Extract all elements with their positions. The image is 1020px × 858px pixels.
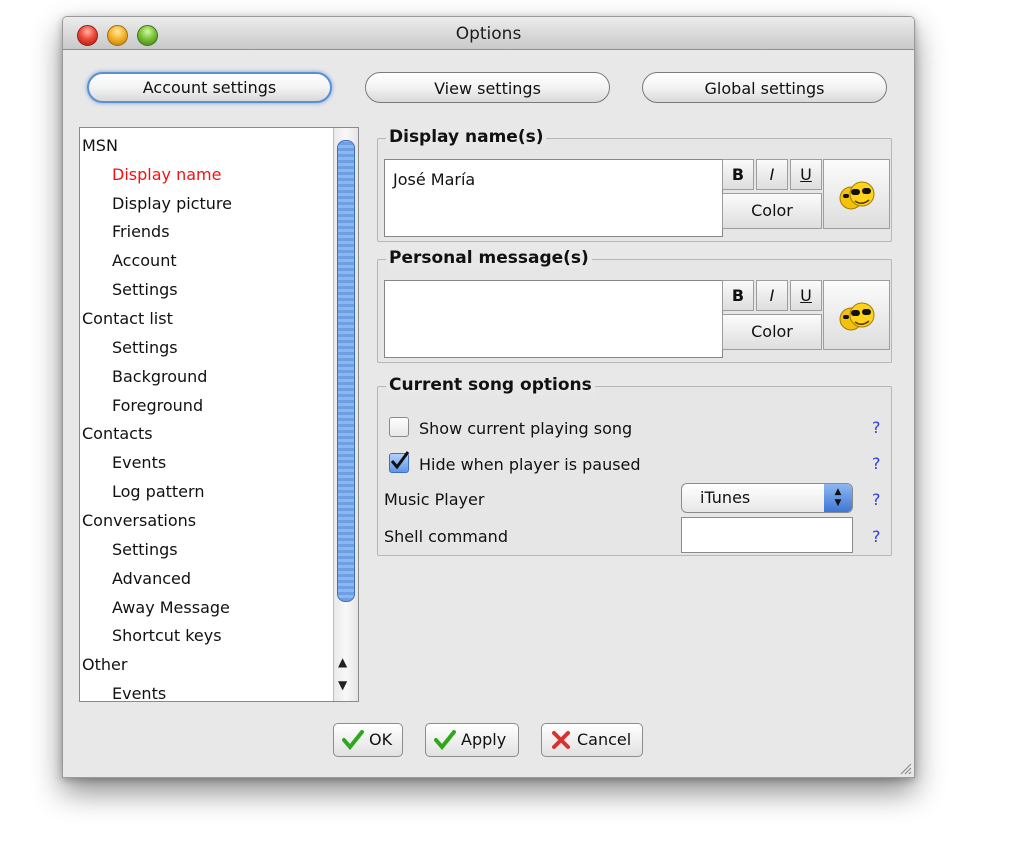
sunglasses-smiley-icon [839,302,875,331]
scroll-down-arrow-icon[interactable]: ▼ [338,678,347,692]
personal-message-group: Personal message(s) B I U Color [377,248,892,363]
music-player-help-link[interactable]: ? [872,490,881,509]
tree-scrollbar[interactable]: ▲ ▼ [333,128,358,701]
options-window: Options Account settings View settings G… [62,16,915,778]
hide-paused-help-link[interactable]: ? [872,454,881,473]
tree-item-conversations-settings[interactable]: Settings [112,540,178,559]
tab-account-settings[interactable]: Account settings [87,72,332,103]
music-player-label: Music Player [384,490,485,509]
cancel-label: Cancel [577,730,632,749]
tree-item-contact-list[interactable]: Contact list [82,309,173,328]
tree-item-display-picture[interactable]: Display picture [112,194,232,213]
shell-command-input[interactable] [681,517,853,553]
show-current-song-checkbox[interactable] [389,417,409,437]
cancel-button[interactable]: Cancel [541,723,643,757]
personal-message-underline-button[interactable]: U [790,280,822,311]
song-options-group: Current song options Show current playin… [377,375,892,556]
display-name-group: Display name(s) José María B I U Color [377,127,892,242]
tree-item-conversations[interactable]: Conversations [82,511,196,530]
select-arrows-icon: ▲ ▼ [824,484,852,512]
apply-button[interactable]: Apply [425,723,519,757]
personal-message-emoticon-button[interactable] [823,280,890,350]
tree-item-away-message[interactable]: Away Message [112,598,230,617]
display-name-italic-button[interactable]: I [756,159,788,190]
tree-item-other-events[interactable]: Events [112,684,166,701]
red-x-icon [552,731,570,749]
ok-button[interactable]: OK [333,723,403,757]
tree-item-msn[interactable]: MSN [82,136,118,155]
sunglasses-smiley-icon [839,181,875,210]
personal-message-color-button[interactable]: Color [722,314,822,350]
show-current-song-label: Show current playing song [419,419,633,438]
display-name-group-title: Display name(s) [386,127,547,147]
green-check-icon [434,730,456,751]
song-options-group-title: Current song options [386,375,595,395]
hide-when-paused-label: Hide when player is paused [419,455,641,474]
hide-when-paused-checkbox[interactable] [389,451,410,473]
shell-command-label: Shell command [384,527,508,546]
display-name-color-button[interactable]: Color [722,193,822,229]
tree-item-log-pattern[interactable]: Log pattern [112,482,204,501]
title-bar[interactable]: Options [63,17,914,50]
display-name-emoticon-button[interactable] [823,159,890,229]
tree-item-advanced[interactable]: Advanced [112,569,191,588]
display-name-underline-button[interactable]: U [790,159,822,190]
checkmark-icon [390,451,410,470]
resize-grip-icon[interactable] [896,759,912,775]
tree-item-friends[interactable]: Friends [112,222,170,241]
tree-item-background[interactable]: Background [112,367,207,386]
music-player-value: iTunes [700,488,751,507]
tree-item-msn-settings[interactable]: Settings [112,280,178,299]
apply-label: Apply [461,730,507,749]
tree-item-contacts-events[interactable]: Events [112,453,166,472]
tab-view-settings[interactable]: View settings [365,72,610,103]
scrollbar-thumb[interactable] [337,140,355,602]
shell-command-help-link[interactable]: ? [872,527,881,546]
tree-item-contact-list-settings[interactable]: Settings [112,338,178,357]
personal-message-italic-button[interactable]: I [756,280,788,311]
tree-item-account[interactable]: Account [112,251,177,270]
personal-message-input[interactable] [384,280,723,358]
green-check-icon [342,730,364,751]
display-name-bold-button[interactable]: B [722,159,754,190]
window-title: Options [455,24,522,44]
scroll-up-arrow-icon[interactable]: ▲ [338,655,347,669]
tree-item-other[interactable]: Other [82,655,127,674]
music-player-select[interactable]: iTunes ▲ ▼ [681,483,853,513]
tree-item-contacts[interactable]: Contacts [82,424,153,443]
tree-item-shortcut-keys[interactable]: Shortcut keys [112,626,222,645]
show-song-help-link[interactable]: ? [872,418,881,437]
tree-item-display-name[interactable]: Display name [112,165,221,184]
personal-message-bold-button[interactable]: B [722,280,754,311]
tab-global-settings[interactable]: Global settings [642,72,887,103]
tree-item-foreground[interactable]: Foreground [112,396,203,415]
settings-tree: MSN Display name Display picture Friends… [79,127,359,702]
personal-message-group-title: Personal message(s) [386,248,592,268]
ok-label: OK [369,730,393,749]
display-name-input[interactable]: José María [384,159,723,237]
